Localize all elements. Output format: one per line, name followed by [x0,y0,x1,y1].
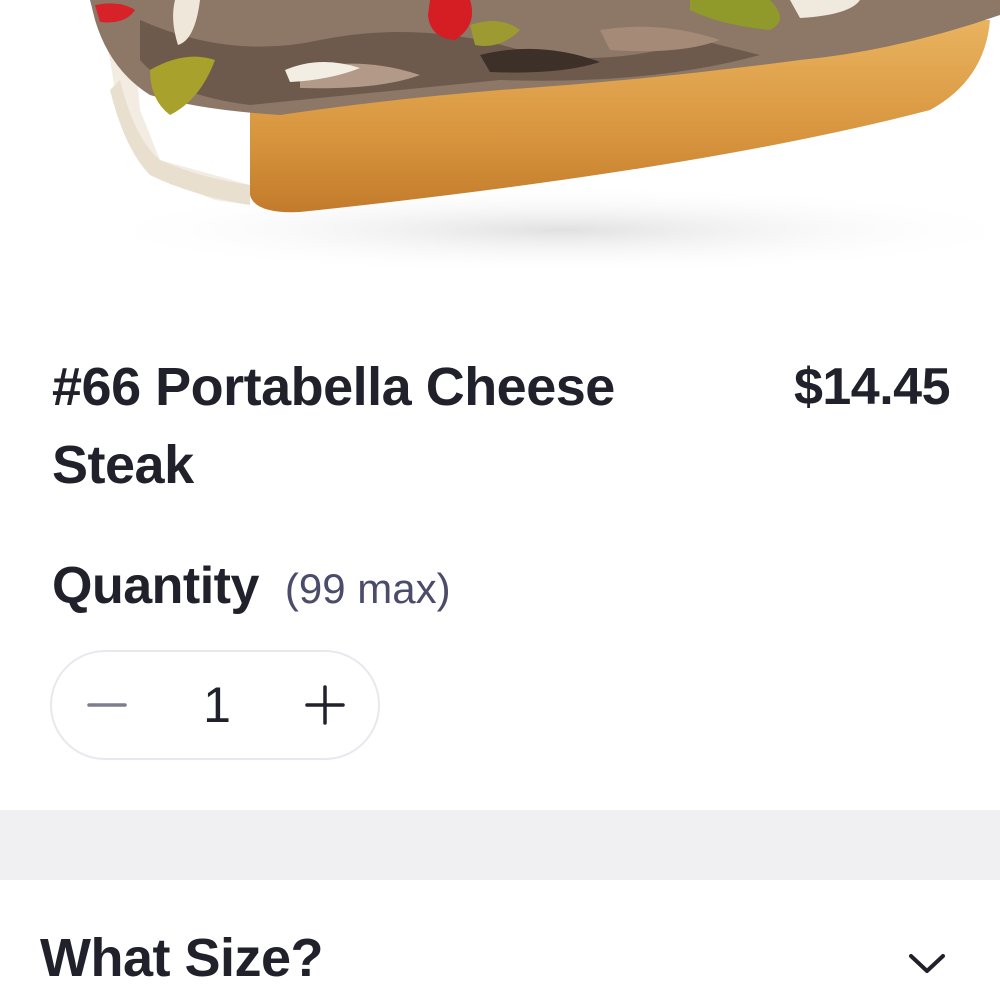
cheesesteak-photo [80,0,1000,275]
product-image [0,0,1000,300]
chevron-down-icon[interactable] [906,948,948,978]
increase-quantity-button[interactable] [280,652,370,758]
plus-icon [305,685,345,725]
size-section-heading[interactable]: What Size? [40,922,324,994]
quantity-stepper[interactable]: 1 [50,650,380,760]
quantity-header: Quantity (99 max) [52,556,451,616]
section-divider [0,810,1000,880]
minus-icon [87,703,127,707]
quantity-max-note: (99 max) [284,565,451,612]
product-price: $14.45 [793,358,951,416]
quantity-label: Quantity [52,557,259,615]
quantity-value: 1 [203,677,231,733]
decrease-quantity-button[interactable] [62,652,152,758]
product-title: #66 Portabella Cheese Steak [52,357,615,495]
